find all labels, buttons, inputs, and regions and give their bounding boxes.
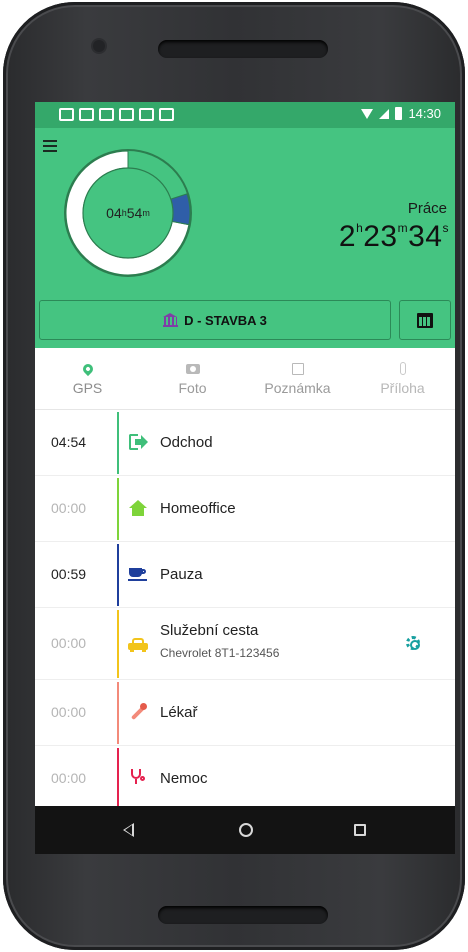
paperclip-icon xyxy=(399,362,406,375)
item-label: Odchod xyxy=(160,434,213,451)
activity-list: 04:54 Odchod 00:00 Homeoffice 00:59 Pauz… xyxy=(35,410,455,806)
site-selector-button[interactable]: D - STAVBA 3 xyxy=(39,300,391,340)
item-time: 04:54 xyxy=(51,434,87,450)
screen: 14:30 04 h 54 m Práce 2h23m34s D - STAVBA xyxy=(35,102,455,854)
tab-poznamka-label: Poznámka xyxy=(264,379,331,396)
menu-icon[interactable] xyxy=(43,140,57,152)
item-vehicle: Chevrolet 8T1-123456 xyxy=(160,646,280,660)
work-timer: 2h23m34s xyxy=(338,220,449,253)
list-item-nemoc[interactable]: 00:00 Nemoc xyxy=(35,746,455,806)
gmail-icon xyxy=(79,108,94,121)
item-time: 00:00 xyxy=(51,500,87,516)
calendar-button[interactable] xyxy=(399,300,451,340)
item-color-bar xyxy=(117,544,119,606)
map-pin-icon xyxy=(80,361,95,376)
building-icon xyxy=(163,313,179,327)
app-icon xyxy=(139,108,154,121)
item-color-bar xyxy=(117,412,119,474)
action-tabs: GPS Foto Poznámka Příloha xyxy=(35,348,455,410)
home-button-icon[interactable] xyxy=(239,823,253,837)
gb-icon xyxy=(59,108,74,121)
calendar-icon xyxy=(417,312,433,328)
status-bar: 14:30 xyxy=(35,102,455,128)
item-color-bar xyxy=(117,478,119,540)
item-label: Homeoffice xyxy=(160,500,236,517)
tab-foto-label: Foto xyxy=(178,379,207,396)
car-icon xyxy=(159,108,174,121)
status-right: 14:30 xyxy=(361,106,441,121)
item-label: Pauza xyxy=(160,566,203,583)
front-camera xyxy=(93,40,105,52)
car-icon xyxy=(128,636,148,652)
item-label: Služební cesta xyxy=(160,622,259,639)
settings-gear-icon[interactable] xyxy=(406,636,420,650)
bottom-speaker xyxy=(158,906,328,924)
image-icon xyxy=(119,108,134,121)
list-item-lekar[interactable]: 00:00 Lékař xyxy=(35,680,455,746)
item-time: 00:59 xyxy=(51,566,87,582)
back-icon[interactable] xyxy=(123,823,134,837)
item-label: Nemoc xyxy=(160,770,208,787)
tab-gps[interactable]: GPS xyxy=(35,348,140,409)
android-nav-bar xyxy=(35,806,455,854)
item-color-bar xyxy=(117,682,119,744)
gmail-icon xyxy=(99,108,114,121)
item-time: 00:00 xyxy=(51,770,87,786)
stethoscope-icon xyxy=(130,769,146,787)
item-label: Lékař xyxy=(160,704,198,721)
list-item-sluzebni-cesta[interactable]: 00:00 Služební cesta Chevrolet 8T1-12345… xyxy=(35,608,455,680)
wifi-icon xyxy=(361,108,374,119)
tab-priloha-label: Příloha xyxy=(380,379,425,396)
edit-icon xyxy=(291,362,304,375)
item-color-bar xyxy=(117,748,119,806)
phone-frame: 14:30 04 h 54 m Práce 2h23m34s D - STAVBA xyxy=(3,2,465,950)
recents-icon[interactable] xyxy=(354,824,366,836)
item-time: 00:00 xyxy=(51,704,87,720)
item-time: 00:00 xyxy=(51,635,87,651)
item-color-bar xyxy=(117,610,119,678)
donut-time: 04 h 54 m xyxy=(106,205,150,221)
tab-poznamka[interactable]: Poznámka xyxy=(245,348,350,409)
camera-icon xyxy=(185,363,200,374)
tab-priloha[interactable]: Příloha xyxy=(350,348,455,409)
work-label: Práce xyxy=(407,200,447,217)
tab-foto[interactable]: Foto xyxy=(140,348,245,409)
list-item-odchod[interactable]: 04:54 Odchod xyxy=(35,410,455,476)
tab-gps-label: GPS xyxy=(72,379,103,396)
top-speaker xyxy=(158,40,328,58)
signal-icon xyxy=(379,108,390,119)
list-item-pauza[interactable]: 00:59 Pauza xyxy=(35,542,455,608)
pipette-icon xyxy=(129,703,147,721)
coffee-icon xyxy=(128,566,148,582)
notification-icons xyxy=(59,108,174,121)
exit-icon xyxy=(129,434,148,450)
list-item-homeoffice[interactable]: 00:00 Homeoffice xyxy=(35,476,455,542)
status-time: 14:30 xyxy=(408,106,441,121)
battery-icon xyxy=(395,107,403,120)
header: 04 h 54 m Práce 2h23m34s D - STAVBA 3 xyxy=(35,128,455,348)
site-label: D - STAVBA 3 xyxy=(184,312,267,328)
home-icon xyxy=(129,500,147,516)
